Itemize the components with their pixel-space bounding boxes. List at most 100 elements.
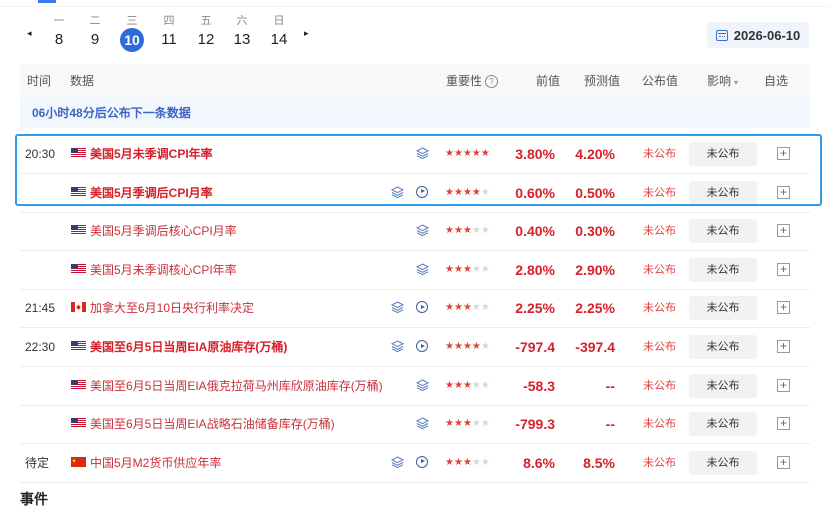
forecast-value: 0.30%	[575, 223, 615, 240]
add-to-watchlist-button[interactable]: +	[777, 301, 790, 315]
star-icon: ★	[471, 302, 481, 314]
star-icon: ★	[445, 186, 454, 198]
help-icon[interactable]: ?	[485, 75, 499, 89]
star-icon: ★	[480, 418, 490, 430]
importance-stars: ★★★★★	[445, 289, 490, 327]
play-icon[interactable]	[416, 455, 428, 468]
star-icon: ★	[462, 302, 472, 314]
star-icon: ★	[453, 148, 463, 159]
table-row: 22:30 美国至6月5日当周EIA原油库存(万桶) ★★★★★ -797.4 -397…	[20, 328, 810, 367]
event-name[interactable]: 美国至6月5日当周EIA俄克拉荷马州库欣原油库存(万桶)	[90, 367, 383, 405]
star-icon: ★	[480, 148, 490, 159]
day-number: 11	[161, 31, 177, 48]
play-icon[interactable]	[416, 340, 428, 352]
star-icon: ★	[471, 418, 481, 430]
col-forecast: 预测值	[584, 74, 621, 88]
active-tab-indicator	[38, 0, 56, 3]
event-name[interactable]: 美国5月未季调核心CPI年率	[90, 251, 237, 289]
prev-week-arrow[interactable]: ◂	[27, 28, 32, 39]
layers-icon[interactable]	[390, 301, 405, 314]
play-icon[interactable]	[416, 185, 428, 198]
impact-button[interactable]: 未公布	[689, 180, 757, 205]
star-icon: ★	[480, 263, 490, 275]
impact-button[interactable]: 未公布	[689, 296, 757, 321]
star-icon: ★	[480, 456, 490, 468]
next-release-notice: 06小时48分后公布下一条数据	[20, 98, 810, 128]
add-to-watchlist-button[interactable]: +	[777, 340, 790, 353]
star-icon: ★	[462, 418, 472, 430]
day-10[interactable]: 三 10	[114, 14, 150, 52]
add-to-watchlist-button[interactable]: +	[777, 455, 790, 469]
add-to-watchlist-button[interactable]: +	[777, 262, 790, 276]
importance-stars: ★★★★★	[445, 135, 490, 173]
layers-icon[interactable]	[415, 147, 430, 160]
actual-value: 未公布	[643, 225, 676, 238]
us-flag-icon	[71, 418, 86, 429]
day-8[interactable]: 一8	[41, 14, 77, 50]
table-row: 美国至6月5日当周EIA俄克拉荷马州库欣原油库存(万桶) ★★★★★ -58.3 --…	[20, 367, 810, 406]
add-to-watchlist-button[interactable]: +	[777, 185, 790, 199]
day-number: 13	[233, 31, 251, 48]
impact-button[interactable]: 未公布	[689, 450, 757, 475]
date-picker[interactable]: 2026-06-10	[707, 22, 809, 48]
layers-icon[interactable]	[390, 340, 405, 353]
col-impact-label: 影响	[707, 74, 732, 88]
weekday-label: 日	[273, 15, 285, 27]
actual-value: 未公布	[643, 379, 676, 392]
col-importance-label: 重要性	[446, 74, 483, 88]
day-14[interactable]: 日 14	[261, 14, 297, 50]
add-to-watchlist-button[interactable]: +	[777, 378, 790, 392]
impact-button[interactable]: 未公布	[689, 257, 757, 282]
event-name[interactable]: 中国5月M2货币供应年率	[90, 444, 221, 482]
add-to-watchlist-button[interactable]: +	[777, 417, 790, 431]
star-icon: ★	[453, 418, 463, 430]
col-impact[interactable]: 影响 ▾	[707, 64, 738, 100]
event-name[interactable]: 美国5月未季调CPI年率	[90, 135, 213, 173]
star-icon: ★	[445, 418, 454, 430]
impact-button[interactable]: 未公布	[689, 142, 757, 166]
divider	[0, 6, 829, 7]
layers-icon[interactable]	[415, 263, 430, 276]
event-name[interactable]: 美国至6月5日当周EIA原油库存(万桶)	[90, 328, 287, 366]
forecast-value: -397.4	[575, 339, 615, 355]
day-12[interactable]: 五 12	[188, 14, 224, 50]
play-icon[interactable]	[416, 301, 428, 314]
add-to-watchlist-button[interactable]: +	[777, 147, 790, 160]
layers-icon[interactable]	[415, 417, 430, 430]
day-11[interactable]: 四 11	[151, 14, 187, 50]
day-9[interactable]: 二9	[77, 14, 113, 50]
impact-button[interactable]: 未公布	[689, 219, 757, 244]
impact-button[interactable]: 未公布	[689, 373, 757, 398]
col-importance[interactable]: 重要性?	[446, 64, 499, 98]
actual-value: 未公布	[643, 186, 676, 199]
star-icon: ★	[480, 225, 490, 237]
forecast-value: 2.25%	[575, 300, 615, 317]
event-time: 21:45	[25, 301, 56, 316]
impact-button[interactable]: 未公布	[689, 335, 757, 359]
impact-button[interactable]: 未公布	[689, 412, 757, 437]
event-name[interactable]: 美国5月季调后CPI月率	[90, 174, 213, 212]
actual-value: 未公布	[643, 263, 676, 276]
weekday-label: 一	[53, 15, 65, 27]
star-icon: ★	[471, 263, 481, 275]
star-icon: ★	[445, 341, 454, 352]
star-icon: ★	[445, 379, 454, 391]
layers-icon[interactable]	[390, 456, 405, 469]
prev-value: -799.3	[515, 416, 555, 433]
sort-caret-icon: ▾	[734, 78, 739, 87]
layers-icon[interactable]	[415, 224, 430, 237]
star-icon: ★	[471, 186, 481, 198]
event-name[interactable]: 美国至6月5日当周EIA战略石油储备库存(万桶)	[90, 405, 335, 443]
add-to-watchlist-button[interactable]: +	[777, 224, 790, 238]
us-flag-icon	[71, 225, 86, 236]
event-name[interactable]: 美国5月季调后核心CPI月率	[90, 212, 237, 250]
prev-value: 3.80%	[515, 146, 555, 162]
next-week-arrow[interactable]: ▸	[304, 28, 309, 39]
day-13[interactable]: 六 13	[224, 14, 260, 50]
event-name[interactable]: 加拿大至6月10日央行利率决定	[90, 289, 254, 327]
layers-icon[interactable]	[415, 379, 430, 392]
us-flag-icon	[71, 186, 86, 197]
prev-value: 0.40%	[515, 223, 555, 240]
us-flag-icon	[71, 341, 86, 351]
layers-icon[interactable]	[390, 186, 405, 199]
